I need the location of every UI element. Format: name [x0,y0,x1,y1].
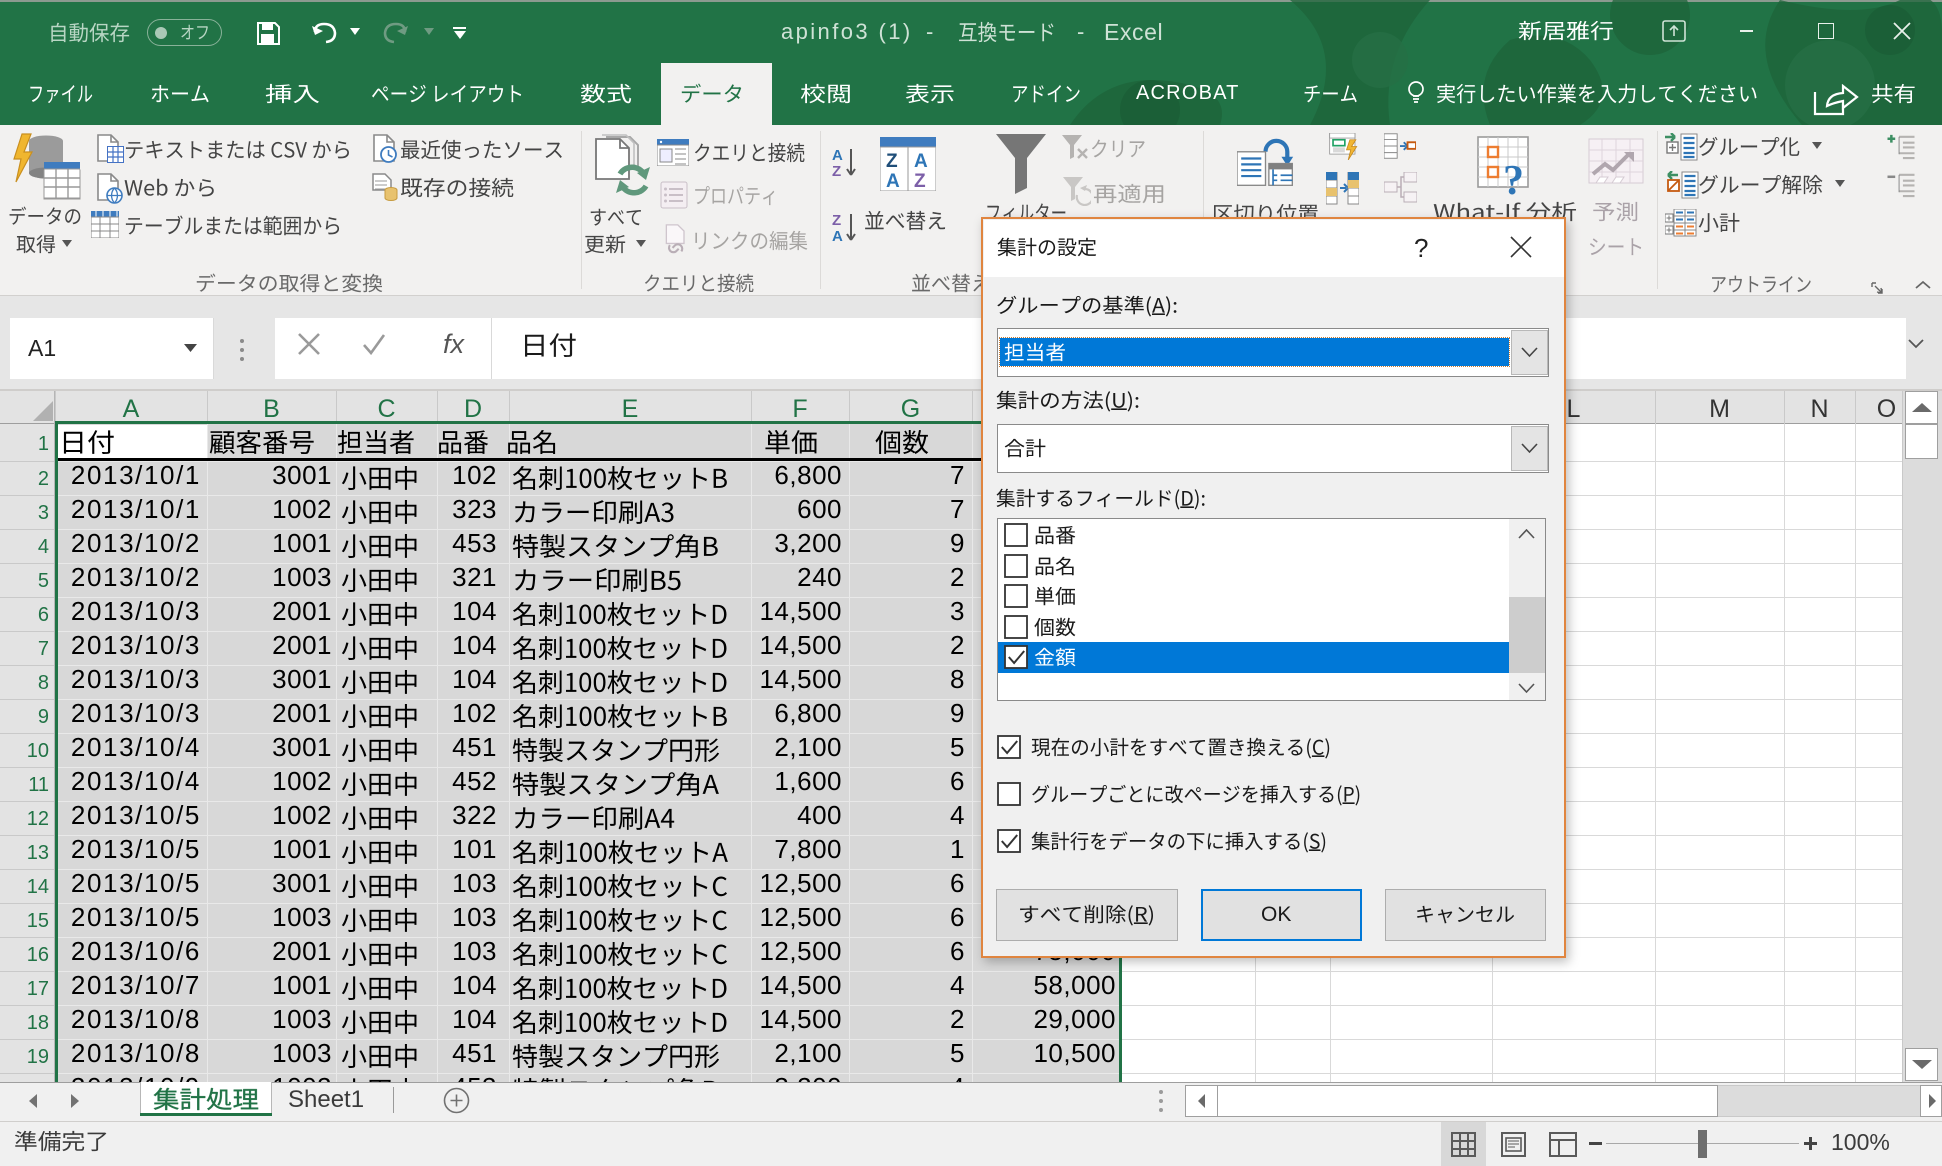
svg-text:A: A [886,171,900,191]
svg-text:Z: Z [832,212,841,229]
svg-text:Z: Z [832,163,841,180]
svg-text:A: A [832,147,843,164]
svg-text:A: A [914,151,928,172]
svg-text:Z: Z [886,151,898,172]
svg-text:Z: Z [914,171,926,191]
svg-text:A: A [832,228,843,245]
svg-text:?: ? [1503,158,1524,198]
